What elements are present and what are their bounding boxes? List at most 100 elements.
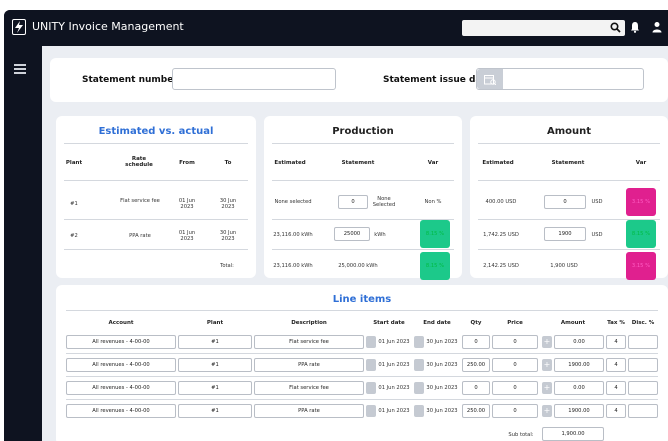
li-description-select[interactable]: Flat service fee	[254, 335, 364, 349]
li-col-start: Start date	[373, 320, 405, 326]
li-description-select[interactable]: PPA rate	[254, 404, 364, 418]
calendar-icon[interactable]	[366, 359, 376, 371]
amt-total-estimated: 2,142.25 USD	[483, 263, 519, 269]
li-amount-input[interactable]: 1900.00	[554, 404, 604, 418]
calendar-icon[interactable]	[414, 382, 424, 394]
li-price-input[interactable]: 0	[492, 381, 538, 395]
statement-date-field[interactable]	[476, 68, 644, 90]
plus-icon[interactable]: +	[542, 336, 552, 348]
prod-row2-estimated: 23,116.00 kWh	[273, 232, 313, 238]
prod-col-estimated: Estimated	[274, 160, 306, 166]
li-tax-input[interactable]: 4	[606, 358, 626, 372]
search-icon[interactable]	[610, 22, 621, 33]
li-plant-select[interactable]: #1	[178, 358, 252, 372]
li-col-tax: Tax %	[607, 320, 625, 326]
statement-number-field[interactable]	[172, 68, 336, 90]
li-plant-select[interactable]: #1	[178, 335, 252, 349]
li-disc-input[interactable]	[628, 335, 658, 349]
calendar-icon[interactable]	[366, 405, 376, 417]
amt-row1-statement-input[interactable]: 0	[544, 195, 586, 209]
row-divider	[66, 399, 658, 400]
calendar-icon[interactable]	[366, 382, 376, 394]
li-tax-input[interactable]: 4	[606, 335, 626, 349]
li-qty-input[interactable]: 0	[462, 381, 490, 395]
line-items-title: Line items	[332, 294, 392, 305]
li-amount-input[interactable]: 0.00	[554, 381, 604, 395]
li-col-account: Account	[108, 320, 134, 326]
menu-icon[interactable]	[14, 64, 26, 76]
amt-col-estimated: Estimated	[482, 160, 514, 166]
col-from: From	[179, 160, 195, 166]
li-account-select[interactable]: All revenues - 4-00-00	[66, 335, 176, 349]
plus-icon[interactable]: +	[542, 382, 552, 394]
search-input[interactable]	[462, 20, 625, 36]
prod-row1-var: Non %	[424, 199, 442, 205]
li-plant-select[interactable]: #1	[178, 404, 252, 418]
li-account-select[interactable]: All revenues - 4-00-00	[66, 358, 176, 372]
amt-row2-estimated: 1,742.25 USD	[483, 232, 519, 238]
li-end-date[interactable]: 30 Jun 2023	[424, 339, 460, 345]
calendar-icon[interactable]	[414, 405, 424, 417]
prod-row1-unit: None Selected	[372, 196, 396, 208]
li-plant-select[interactable]: #1	[178, 381, 252, 395]
li-description-select[interactable]: Flat service fee	[254, 381, 364, 395]
li-tax-input[interactable]: 4	[606, 404, 626, 418]
est-row2-from: 01 Jun 2023	[178, 230, 196, 242]
li-start-date[interactable]: 01 Jun 2023	[376, 385, 412, 391]
li-start-date[interactable]: 01 Jun 2023	[376, 339, 412, 345]
subtotal-label: Sub total:	[508, 432, 534, 438]
li-end-date[interactable]: 30 Jun 2023	[424, 385, 460, 391]
calendar-icon[interactable]	[414, 336, 424, 348]
li-end-date[interactable]: 30 Jun 2023	[424, 362, 460, 368]
amt-total-statement: 1,900 USD	[550, 263, 578, 269]
est-row1-from: 01 Jun 2023	[178, 198, 196, 210]
li-description-select[interactable]: PPA rate	[254, 358, 364, 372]
subtotal-value: 1,900.00	[542, 427, 604, 441]
li-price-input[interactable]: 0	[492, 335, 538, 349]
li-amount-input[interactable]: 1900.00	[554, 358, 604, 372]
li-account-select[interactable]: All revenues - 4-00-00	[66, 381, 176, 395]
li-end-date[interactable]: 30 Jun 2023	[424, 408, 460, 414]
amt-row2-statement-input[interactable]: 1900	[544, 227, 586, 241]
li-col-disc: Disc. %	[631, 320, 655, 326]
li-amount-input[interactable]: 0.00	[554, 335, 604, 349]
li-price-input[interactable]: 0	[492, 404, 538, 418]
calendar-icon[interactable]	[414, 359, 424, 371]
li-account-select[interactable]: All revenues - 4-00-00	[66, 404, 176, 418]
li-qty-input[interactable]: 250.00	[462, 358, 490, 372]
amt-total-var-badge: 3.15 %	[626, 252, 656, 280]
prod-row2-var-badge: 8.15 %	[420, 220, 450, 248]
production-title: Production	[332, 126, 394, 137]
calendar-icon	[484, 75, 496, 85]
li-price-input[interactable]: 0	[492, 358, 538, 372]
est-total-label: Total:	[220, 263, 234, 269]
user-icon[interactable]	[652, 21, 662, 33]
prod-row2-statement-input[interactable]: 25000	[334, 227, 370, 241]
bell-icon[interactable]	[630, 21, 640, 33]
li-start-date[interactable]: 01 Jun 2023	[376, 362, 412, 368]
li-disc-input[interactable]	[628, 381, 658, 395]
li-tax-input[interactable]: 4	[606, 381, 626, 395]
estimated-card: Estimated vs. actual Plant Rate schedule…	[56, 116, 256, 278]
li-disc-input[interactable]	[628, 358, 658, 372]
li-qty-input[interactable]: 0	[462, 335, 490, 349]
est-row1-to: 30 Jun 2023	[219, 198, 237, 210]
li-disc-input[interactable]	[628, 404, 658, 418]
calendar-icon[interactable]	[366, 336, 376, 348]
prod-row1-estimated: None selected	[274, 199, 312, 205]
li-qty-input[interactable]: 250.00	[462, 404, 490, 418]
plus-icon[interactable]: +	[542, 405, 552, 417]
plus-icon[interactable]: +	[542, 359, 552, 371]
li-col-plant: Plant	[206, 320, 224, 326]
prod-total-var-badge: 8.15 %	[420, 252, 450, 280]
amt-row2-unit: USD	[591, 232, 603, 238]
sidebar	[4, 46, 42, 441]
prod-col-var: Var	[427, 160, 439, 166]
date-picker-button[interactable]	[477, 69, 503, 89]
prod-row1-statement-input[interactable]: 0	[338, 195, 368, 209]
li-col-qty: Qty	[470, 320, 482, 326]
amt-row1-unit: USD	[591, 199, 603, 205]
li-start-date[interactable]: 01 Jun 2023	[376, 408, 412, 414]
app-window: UNITY Invoice Management Statement numbe…	[4, 10, 668, 441]
amount-title: Amount	[546, 126, 592, 137]
